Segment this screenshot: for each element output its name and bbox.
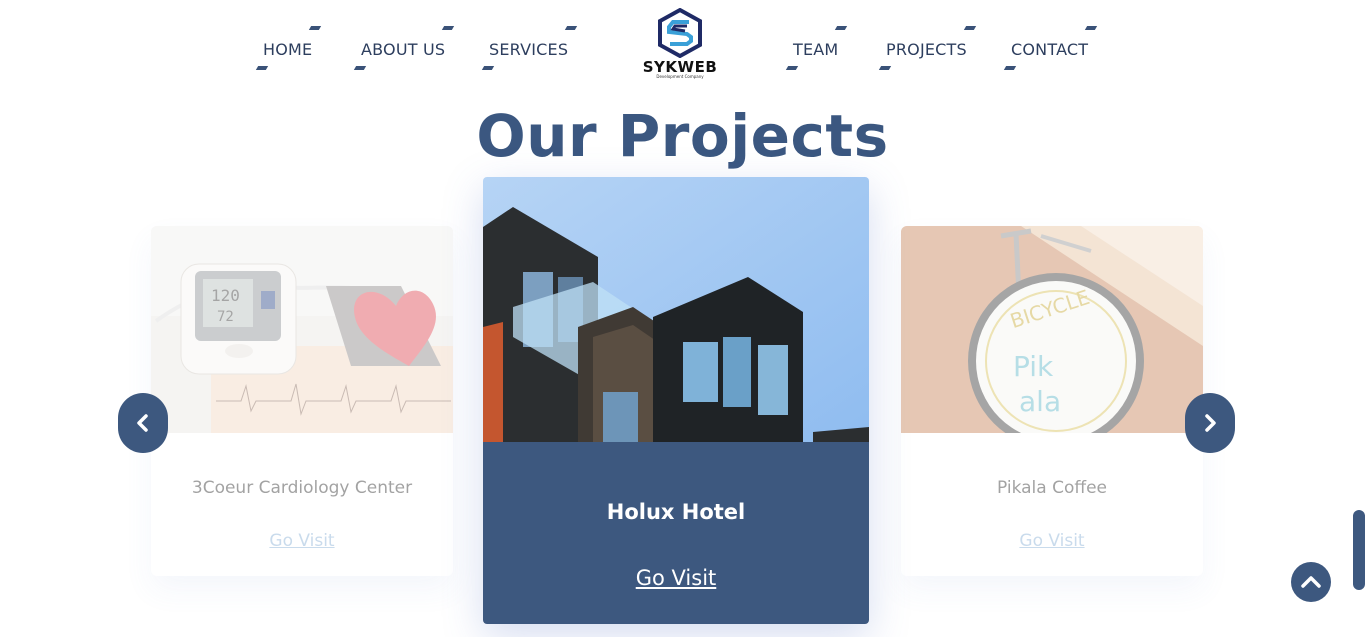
nav-slash-decoration [963,26,977,30]
nav-slash-decoration [565,26,578,30]
nav-contact-label: CONTACT [1011,40,1089,59]
project-card-body: Holux Hotel Go Visit [483,442,869,624]
svg-text:Pik: Pik [1013,350,1054,383]
nav-about-us-label: ABOUT US [361,40,446,59]
nav-slash-decoration [353,66,367,70]
bicycle-cafe-sign-image: BICYCLE Pik ala [901,226,1203,433]
nav-slash-decoration [1085,26,1098,30]
carousel-prev-button[interactable] [118,393,168,453]
svg-text:120: 120 [211,286,240,305]
nav-team-label: TEAM [793,40,839,59]
nav-projects[interactable]: PROJECTS [878,26,977,70]
nav-slash-decoration [442,26,455,30]
section-title: Our Projects [476,102,889,170]
nav-slash-decoration [1003,66,1017,70]
top-navigation: HOME ABOUT US SERVICES SYKWEB Developmen… [0,0,1365,95]
project-card-3coeur[interactable]: 120 72 3Coeur Cardiology Center Go Visit [151,226,453,576]
blood-pressure-monitor-heart-image: 120 72 [151,226,453,433]
nav-home[interactable]: HOME [255,26,322,70]
nav-home-label: HOME [263,40,313,59]
svg-text:72: 72 [217,309,234,325]
project-card-holux[interactable]: Holux Hotel Go Visit [483,177,869,624]
chevron-up-icon [1301,576,1321,588]
nav-slash-decoration [878,66,892,70]
nav-slash-decoration [835,26,848,30]
go-visit-link[interactable]: Go Visit [483,566,869,590]
back-to-top-button[interactable] [1291,562,1331,602]
chevron-right-icon [1205,414,1216,432]
project-card-pikala[interactable]: BICYCLE Pik ala Pikala Coffee Go Visit [901,226,1203,576]
nav-services[interactable]: SERVICES [481,26,578,70]
go-visit-link[interactable]: Go Visit [151,531,453,551]
logo-brand-name: SYKWEB [642,58,718,76]
sykweb-logo[interactable]: SYKWEB Development Company [636,8,724,86]
nav-slash-decoration [785,66,799,70]
nav-projects-label: PROJECTS [886,40,967,59]
nav-about-us[interactable]: ABOUT US [353,26,455,70]
nav-services-label: SERVICES [489,40,569,59]
nav-contact[interactable]: CONTACT [1003,26,1098,70]
nav-slash-decoration [481,66,495,70]
nav-slash-decoration [309,26,322,30]
scrollbar-thumb[interactable] [1353,510,1365,590]
project-name: 3Coeur Cardiology Center [191,478,413,498]
svg-text:ala: ala [1019,385,1061,418]
chevron-left-icon [137,414,148,432]
nav-team[interactable]: TEAM [785,26,848,70]
carousel-next-button[interactable] [1185,393,1235,453]
nav-slash-decoration [255,66,269,70]
go-visit-link[interactable]: Go Visit [901,531,1203,551]
sykweb-s-logo-icon [658,8,702,58]
project-name: Pikala Coffee [996,478,1107,498]
project-name: Holux Hotel [606,500,746,524]
modern-building-image [483,177,869,442]
